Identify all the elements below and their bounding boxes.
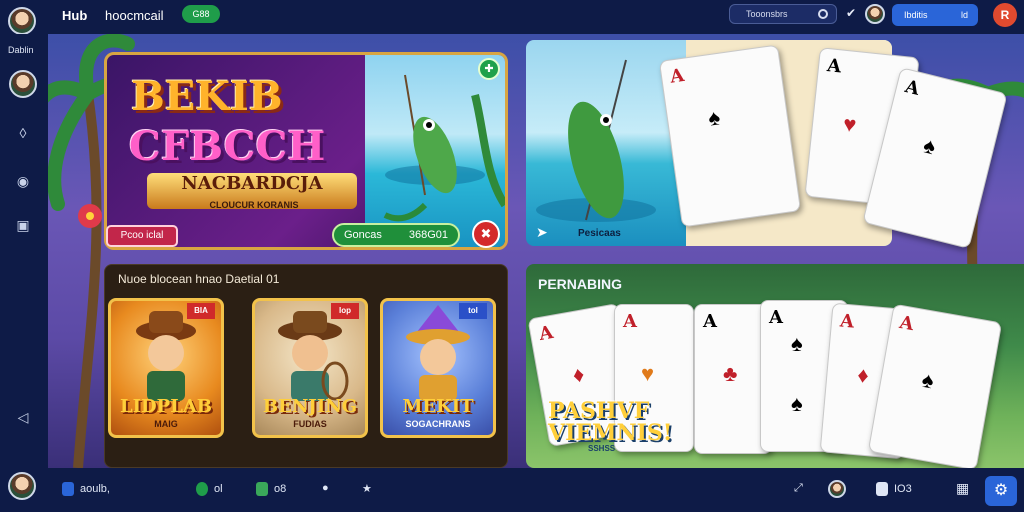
app-name: hoocmcail	[105, 8, 164, 23]
heart-icon: ♥	[841, 111, 858, 138]
star-icon[interactable]: ★	[362, 482, 372, 495]
card-rank: A	[769, 307, 783, 328]
bottom-count-label: IO3	[894, 482, 912, 495]
game-tile[interactable]: Iop BENJING FUDIAS	[252, 298, 368, 438]
grid-icon[interactable]: ▦	[956, 480, 969, 497]
card-rank: A	[537, 321, 555, 345]
spade-icon: ♠	[920, 132, 939, 160]
card-rank: A	[668, 64, 686, 88]
spade-icon: ♠	[791, 391, 803, 416]
tile-sub: FUDIAS	[293, 419, 327, 429]
settings-button[interactable]: ⚙	[985, 476, 1017, 506]
tile-name: BENJING	[262, 396, 358, 417]
share-icon[interactable]: ➤	[536, 224, 548, 241]
playing-card: A ♠	[658, 44, 802, 228]
game-tile[interactable]: tol MEKIT SOGACHRANS	[380, 298, 496, 438]
bottom-bar: aoulb, ol o8 ● ★ ⤢ IO3 ▦ ⚙	[0, 468, 1024, 512]
club-icon: ♣	[723, 361, 738, 386]
card-rank: A	[897, 312, 916, 336]
cards-logo-text-2: VIEMNIS!	[548, 420, 673, 446]
game-tile[interactable]: BIA LIDPLAB MAIG	[108, 298, 224, 438]
sidebar-avatar[interactable]	[9, 70, 37, 98]
sidebar-label: Dablin	[8, 45, 34, 55]
search-icon	[818, 9, 828, 19]
tile-sub: SOGACHRANS	[405, 419, 471, 429]
account-count: ld	[960, 10, 968, 20]
bottom-avatar[interactable]	[8, 472, 36, 500]
status-pill[interactable]: G88	[182, 5, 220, 23]
games-button-label: Goncas	[344, 229, 382, 241]
chart-icon	[256, 482, 268, 496]
globe-icon[interactable]: ◉	[14, 172, 32, 190]
user-icon[interactable]: ●	[322, 482, 329, 494]
card-rank: A	[623, 311, 637, 332]
diamond-icon: ♦	[856, 362, 870, 388]
spade-icon: ♠	[919, 366, 936, 394]
jackpot-amount: 368G01	[408, 229, 448, 241]
tile-tag: BIA	[187, 303, 215, 319]
bottom-user[interactable]: aoulb,	[62, 482, 110, 496]
spade-icon: ♠	[706, 104, 722, 131]
banner-title-line2: CFBCCH	[129, 123, 326, 170]
favorite-button[interactable]: ✖	[472, 220, 500, 248]
banner-tagline: CLOUCUR KORANIS	[209, 200, 299, 210]
page-icon	[876, 482, 888, 496]
close-button[interactable]: R	[993, 3, 1017, 27]
search-placeholder: Tooonsbrs	[746, 9, 788, 19]
bookmark-icon	[62, 482, 74, 496]
top-bar: Hub hoocmcail G88 Tooonsbrs ✔ Ibditis ld…	[0, 0, 1024, 35]
search-input[interactable]: Tooonsbrs	[729, 4, 837, 24]
bottom-item-1[interactable]: ol	[196, 482, 223, 496]
diamond-icon: ♦	[570, 361, 587, 388]
back-arrow-icon[interactable]: ◁	[14, 408, 32, 426]
bottom-user-label: aoulb,	[80, 482, 110, 495]
games-panel-title: Nuoe blocean hnao Daetial 01	[118, 272, 280, 286]
card-rank: A	[826, 55, 843, 78]
bottom-item-2-label: o8	[274, 482, 287, 495]
cards-logo-sub: SSHSS	[588, 444, 616, 453]
tile-tag: Iop	[331, 303, 359, 319]
card-rank: A	[839, 310, 855, 333]
featured-banner-slots[interactable]: BEKIB CFBCCH NACBARDCJA CLOUCUR KORANIS	[104, 52, 508, 250]
bottom-item-2[interactable]: o8	[256, 482, 286, 496]
banner-title-line1: BEKIB	[131, 73, 283, 120]
fish-icon: ♥	[641, 361, 655, 386]
cards-logo-line2: VIEMNIS!	[548, 420, 672, 446]
shield-icon[interactable]: ▣	[14, 216, 32, 234]
app-title: Hub	[62, 8, 88, 23]
profile-avatar[interactable]	[865, 4, 885, 24]
tile-name: LIDPLAB	[119, 396, 213, 417]
account-button[interactable]: Ibditis ld	[892, 4, 978, 26]
tile-tag: tol	[459, 303, 487, 319]
banner2-label: Pesicaas	[578, 228, 621, 239]
card-rank: A	[902, 76, 922, 100]
notification-icon[interactable]: ✔	[846, 6, 856, 20]
coin-icon	[196, 482, 208, 496]
cards-panel-title: PERNABING	[538, 276, 623, 292]
card-rank: A	[703, 311, 717, 332]
sidebar	[0, 34, 48, 468]
tile-name: MEKIT	[402, 396, 474, 417]
bottom-count[interactable]: IO3	[876, 482, 912, 496]
bookmark-button[interactable]: ✚	[478, 58, 500, 80]
user-avatar[interactable]	[8, 7, 36, 35]
tile-sub: MAIG	[154, 419, 178, 429]
games-button[interactable]: Goncas 368G01	[332, 223, 460, 247]
account-label: Ibditis	[904, 10, 928, 20]
bottom-item-1-label: ol	[214, 482, 223, 495]
expand-icon[interactable]: ⤢	[794, 482, 803, 495]
controller-icon[interactable]: ◊	[14, 124, 32, 142]
spade-icon: ♠	[791, 331, 803, 356]
play-now-button[interactable]: Pcoo iclal	[106, 225, 178, 247]
small-avatar[interactable]	[828, 480, 846, 498]
